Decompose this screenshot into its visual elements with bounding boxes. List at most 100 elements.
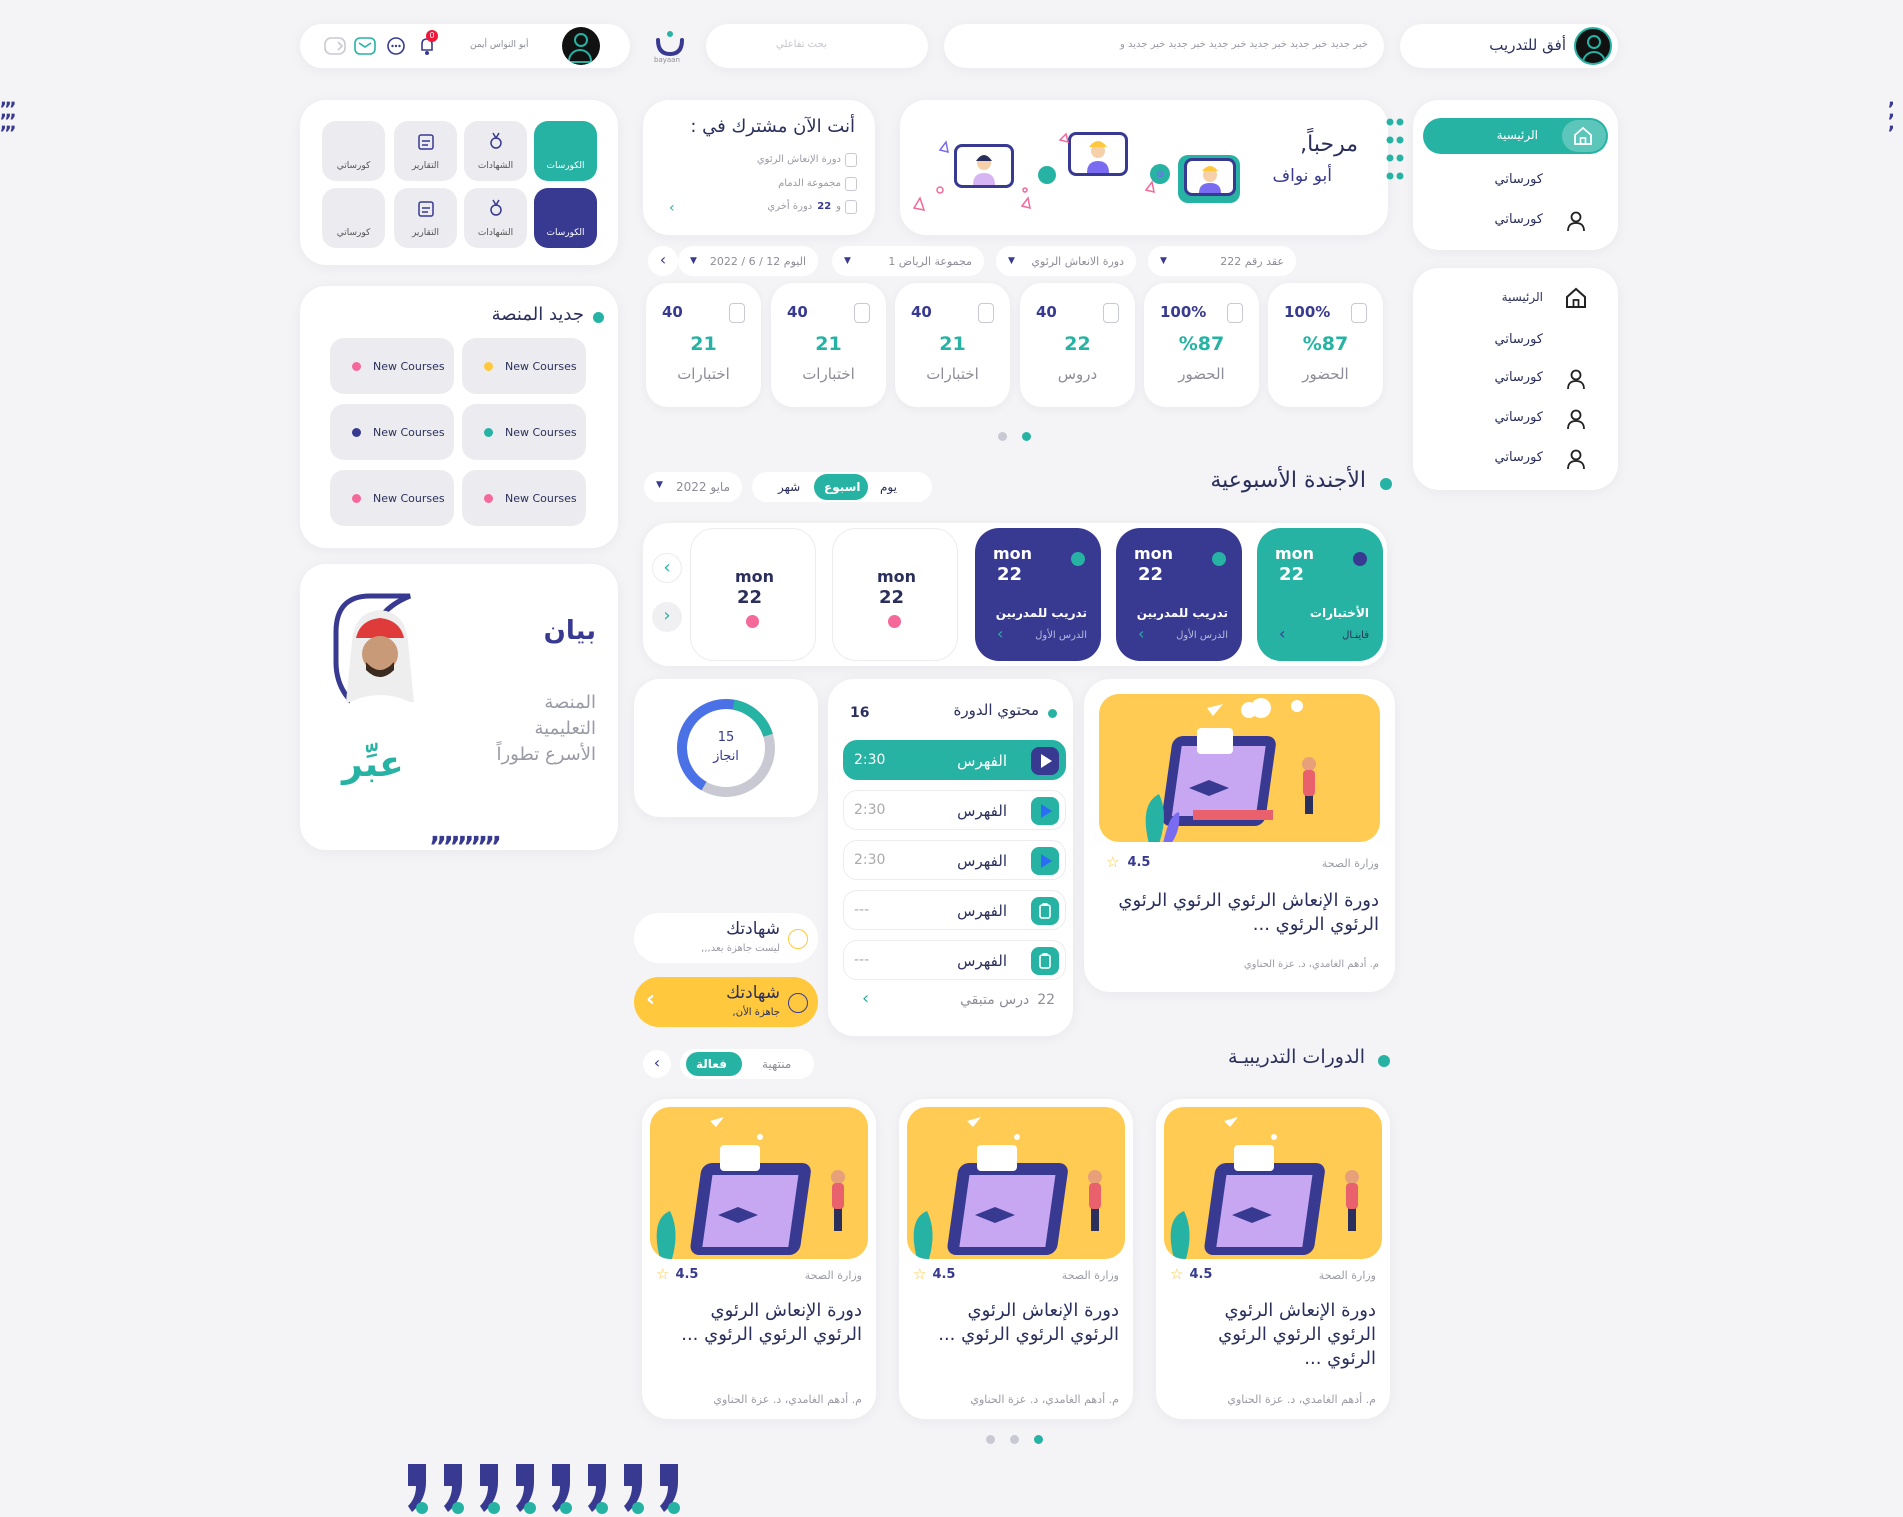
pager-dot[interactable] (1010, 1435, 1019, 1444)
course-title: دورة الإنعاش الرئوي الرئوي الرئوي الرئوي… (1218, 1300, 1376, 1369)
quick-reports[interactable]: التقارير (394, 121, 457, 181)
play-icon[interactable] (1031, 847, 1059, 875)
sidebar-item-courses-user[interactable]: كورساتي (1438, 210, 1598, 232)
logout-icon[interactable] (324, 37, 348, 55)
quick-my-courses[interactable]: كورساتي (322, 188, 385, 248)
course-authors: م. أدهم الغامدي، د. عزة الحناوي (1227, 1393, 1376, 1406)
day-card-teal[interactable]: mon 22 الأختبارات فاينـال ‹ (1257, 528, 1383, 661)
quick-courses-navy[interactable]: الكورسات (534, 188, 597, 248)
courses-back-button[interactable]: ‹ (643, 1050, 671, 1078)
sidebar-item-courses-user[interactable]: كورساتي (1438, 368, 1598, 390)
pager-dot[interactable] (998, 432, 1007, 441)
news-item[interactable]: New Courses (462, 404, 586, 460)
stat-card[interactable]: 40 21 اختبارات (771, 283, 886, 407)
user-icon (1566, 368, 1586, 390)
agenda-next-button[interactable]: › (652, 602, 682, 632)
tab-month[interactable]: شهر (778, 480, 800, 494)
sidebar-item-courses-user[interactable]: كورساتي (1438, 408, 1598, 430)
sidebar-item-home[interactable]: الرئيسية (1438, 286, 1598, 312)
certificate-pending[interactable]: شهادتك ليست جاهزة بعد,,, (634, 913, 818, 963)
news-item[interactable]: New Courses (462, 338, 586, 394)
lesson-row[interactable]: الفهرس --- (843, 890, 1066, 930)
featured-course-card[interactable]: وزارة الصحة ☆ 4.5 دورة الإنعاش الرئوي ال… (1084, 679, 1395, 992)
lesson-row[interactable]: الفهرس 2:30 (843, 790, 1066, 830)
stat-card[interactable]: 40 21 اختبارات (646, 283, 761, 407)
sidebar-item-courses[interactable]: كورساتي (1495, 332, 1544, 347)
lesson-row-active[interactable]: الفهرس 2:30 (843, 740, 1066, 780)
course-authors: م. أدهم الغامدي، د. عزة الحناوي (970, 1393, 1119, 1406)
sidebar-item-courses-user[interactable]: كورساتي (1438, 448, 1598, 470)
course-card[interactable]: وزارة الصحة ☆ 4.5 دورة الإنعاش الرئوي الر… (899, 1099, 1133, 1419)
quick-courses-active[interactable]: الكورسات (534, 121, 597, 181)
day-card-empty[interactable]: mon 22 (690, 528, 816, 661)
user-avatar[interactable] (562, 27, 600, 65)
caret-down-icon: ▼ (1008, 256, 1015, 266)
news-item[interactable]: New Courses (330, 470, 454, 526)
stat-label: دروس (1057, 365, 1098, 383)
news-label: New Courses (505, 425, 577, 439)
mail-icon[interactable] (354, 37, 376, 55)
lesson-row[interactable]: الفهرس --- (843, 940, 1066, 980)
sidebar-item-home-active[interactable]: الرئيسية (1423, 118, 1608, 154)
play-icon[interactable] (1031, 797, 1059, 825)
course-rating: ☆ 4.5 (913, 1265, 955, 1283)
course-card[interactable]: وزارة الصحة ☆ 4.5 دورة الإنعاش الرئوي الر… (1156, 1099, 1390, 1419)
day-card-empty[interactable]: mon 22 (832, 528, 958, 661)
day-card-navy[interactable]: mon 22 تدريب للمدربين الدرس الأول ‹ (1116, 528, 1242, 661)
stat-total: 100% (1284, 303, 1331, 321)
quote-marks-decoration: ,,,,,,,,,, (430, 818, 502, 848)
lesson-row[interactable]: الفهرس 2:30 (843, 840, 1066, 880)
pager-dot[interactable] (986, 1435, 995, 1444)
pager-dot-active[interactable] (1034, 1435, 1043, 1444)
brand-avatar[interactable] (1574, 27, 1612, 65)
quick-certificates[interactable]: الشهادات (464, 188, 527, 248)
stat-value: 22 (1064, 333, 1091, 355)
subscription-more[interactable]: و 22 دورة أخري (767, 201, 841, 212)
date-filter[interactable]: اليوم 12 / 6 / 2022 ▼ (678, 246, 818, 276)
quick-reports[interactable]: التقارير (394, 188, 457, 248)
brand-title: أفق للتدريب (1489, 36, 1566, 54)
clipboard-icon[interactable] (1031, 947, 1059, 975)
stat-card[interactable]: 40 22 دروس (1020, 283, 1135, 407)
stat-card[interactable]: 100% %87 الحضور (1268, 283, 1383, 407)
stat-card[interactable]: 100% %87 الحضور (1144, 283, 1259, 407)
tab-finished-courses[interactable]: منتهية (762, 1057, 791, 1071)
play-icon[interactable] (1031, 747, 1059, 775)
quick-my-courses[interactable]: كورساتي (322, 121, 385, 181)
day-card-navy[interactable]: mon 22 تدريب للمدربين الدرس الأول ‹ (975, 528, 1101, 661)
stat-card[interactable]: 40 21 اختبارات (895, 283, 1010, 407)
sidebar-label: كورساتي (1494, 370, 1544, 385)
caret-down-icon: ▼ (844, 256, 851, 266)
subscription-title: أنت الآن مشترك في : (690, 116, 855, 137)
clipboard-icon[interactable] (1031, 897, 1059, 925)
news-dot (484, 493, 493, 503)
bell-icon[interactable]: 0 (418, 30, 438, 56)
month-select[interactable]: مايو 2022 ▼ (644, 472, 742, 502)
course-card[interactable]: وزارة الصحة ☆ 4.5 دورة الإنعاش الرئوي الر… (642, 1099, 876, 1419)
sidebar-label: كورساتي (1494, 410, 1544, 425)
search-box[interactable]: بحث تفاعلي (706, 24, 928, 68)
chevron-left-icon: ‹ (1138, 624, 1145, 643)
filters-back-button[interactable]: ‹ (648, 246, 678, 276)
chat-icon[interactable] (386, 36, 406, 56)
quick-label: الكورسات (546, 228, 585, 238)
section-bullet (593, 312, 604, 323)
news-item[interactable]: New Courses (462, 470, 586, 526)
search-input[interactable]: بحث تفاعلي (776, 39, 827, 50)
chevron-left-icon[interactable]: ‹ (669, 200, 675, 216)
sidebar-item-courses[interactable]: كورساتي (1495, 172, 1544, 187)
pager-dot-active[interactable] (1022, 432, 1031, 441)
certificate-ready[interactable]: شهادتك جاهزة الأن, ‹ (634, 977, 818, 1027)
group-filter[interactable]: مجموعة الرياض 1 ▼ (832, 246, 984, 276)
agenda-prev-button[interactable]: ‹ (652, 553, 682, 583)
news-item[interactable]: New Courses (330, 404, 454, 460)
lesson-time: 2:30 (854, 802, 886, 818)
course-filter[interactable]: دورة الانعاش الرئوي ▼ (996, 246, 1136, 276)
chevron-left-icon[interactable]: ‹ (862, 988, 869, 1009)
quick-certificates[interactable]: الشهادات (464, 121, 527, 181)
news-item[interactable]: New Courses (330, 338, 454, 394)
progress-label: انجاز (713, 749, 739, 764)
tab-day[interactable]: يوم (880, 480, 897, 494)
course-illustration (907, 1107, 1125, 1259)
contract-filter[interactable]: عقد رقم 222 ▼ (1148, 246, 1296, 276)
